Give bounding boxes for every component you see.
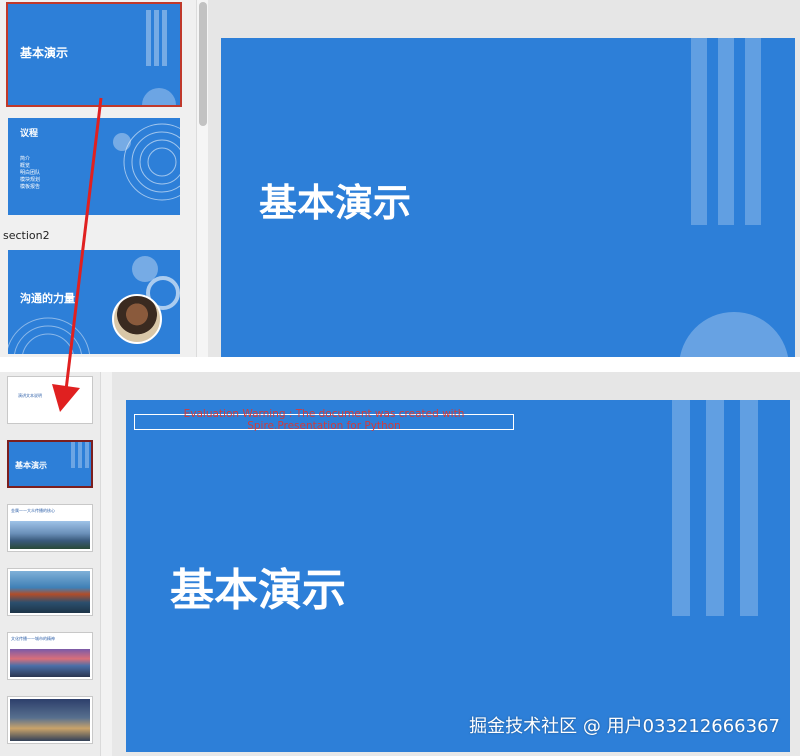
agenda-item: 概览 bbox=[20, 163, 31, 169]
slide-thumbnail-5[interactable]: 文化传播——城市的精神 bbox=[7, 632, 93, 680]
thumbnail-image bbox=[10, 571, 90, 613]
agenda-item: 模板报告 bbox=[20, 184, 41, 190]
top-editor-panel: 基本演示 议程 简介 概览 明白团队 模块规划 模板报告 section2 沟通… bbox=[0, 0, 800, 357]
decor-rings bbox=[113, 123, 180, 201]
slide-thumbnail-2[interactable]: 议程 简介 概览 明白团队 模块规划 模板报告 bbox=[8, 118, 180, 215]
thumbnail-title: 基本演示 bbox=[20, 46, 69, 60]
slide-thumbnail-3[interactable]: 金属——大众传播的核心 bbox=[7, 504, 93, 552]
slide-thumbnail-6[interactable] bbox=[7, 696, 93, 744]
thumbnail-image bbox=[10, 521, 90, 549]
slide-thumbnail-pane: 基本演示 议程 简介 概览 明白团队 模块规划 模板报告 section2 沟通… bbox=[0, 0, 196, 357]
slide-title[interactable]: 基本演示 bbox=[259, 172, 411, 227]
avatar bbox=[112, 294, 162, 344]
decor-bars bbox=[691, 38, 761, 225]
decor-bars bbox=[146, 10, 167, 66]
thumbnail-caption: 金属——大众传播的核心 bbox=[11, 508, 55, 513]
slide-thumbnail-2[interactable]: 基本演示 bbox=[7, 440, 93, 488]
slide-thumbnail-pane: 演讲文本说明 基本演示 金属——大众传播的核心 桥梁——城市之间的连接 文化传播… bbox=[0, 372, 100, 756]
main-slide[interactable]: 基本演示 bbox=[221, 38, 795, 357]
slide-thumbnail-1[interactable]: 基本演示 bbox=[6, 2, 182, 107]
slide-thumbnail-3[interactable]: 沟通的力量 bbox=[8, 250, 180, 354]
thumbnail-caption: 文化传播——城市的精神 bbox=[11, 636, 55, 641]
agenda-item: 明白团队 bbox=[20, 170, 41, 176]
vertical-ruler bbox=[100, 372, 112, 756]
section-label[interactable]: section2 bbox=[3, 229, 50, 242]
thumbnail-caption: 演讲文本说明 bbox=[18, 393, 42, 398]
thumbnail-title: 议程 bbox=[20, 129, 39, 139]
slide-title[interactable]: 基本演示 bbox=[170, 554, 346, 618]
slide-thumbnail-4[interactable]: 桥梁——城市之间的连接 bbox=[7, 568, 93, 616]
watermark: 掘金技术社区 @ 用户033212666367 bbox=[469, 716, 780, 737]
editor-canvas-area bbox=[112, 372, 800, 400]
thumbnail-image bbox=[10, 699, 90, 741]
thumbnail-title: 沟通的力量 bbox=[20, 292, 75, 305]
main-slide[interactable]: Evaluation Warning : The document was cr… bbox=[126, 400, 790, 752]
thumbnail-title: 基本演示 bbox=[15, 461, 47, 470]
bottom-editor-panel: 演讲文本说明 基本演示 金属——大众传播的核心 桥梁——城市之间的连接 文化传播… bbox=[0, 372, 800, 756]
decor-circle bbox=[142, 88, 176, 105]
agenda-item: 模块规划 bbox=[20, 177, 41, 183]
slide-thumbnail-1[interactable]: 演讲文本说明 bbox=[7, 376, 93, 424]
agenda-list: 简介 概览 明白团队 模块规划 模板报告 bbox=[20, 156, 40, 191]
decor-bars bbox=[672, 400, 758, 616]
thumbnail-image bbox=[10, 649, 90, 677]
decor-bars bbox=[71, 442, 89, 468]
decor-circle bbox=[679, 312, 789, 357]
agenda-item: 简介 bbox=[20, 156, 31, 162]
thumbnail-scrollbar[interactable] bbox=[196, 0, 208, 357]
scrollbar-thumb[interactable] bbox=[199, 2, 207, 126]
evaluation-warning: Evaluation Warning : The document was cr… bbox=[183, 408, 465, 432]
